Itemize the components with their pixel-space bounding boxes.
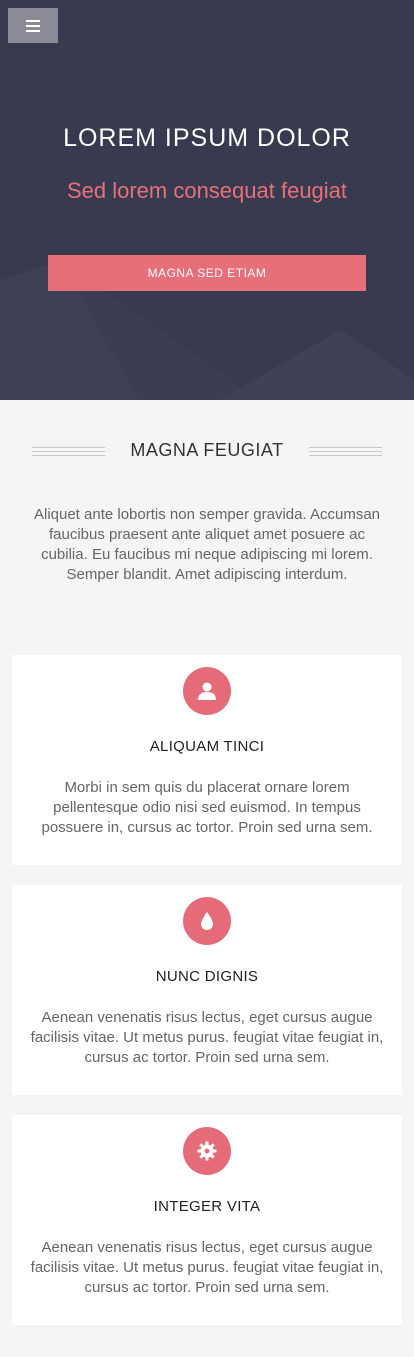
feature-text: Morbi in sem quis du placerat ornare lor…: [41, 779, 373, 836]
drop-icon: [201, 912, 213, 930]
feature-icon-circle: [183, 1127, 231, 1175]
hero-cta-button[interactable]: MAGNA SED ETIAM: [48, 255, 366, 291]
hero-subtitle: Sed lorem consequat feugiat: [66, 178, 348, 203]
feature-card: ALIQUAM TINCI Morbi in sem quis du place…: [12, 655, 402, 865]
feature-title: ALIQUAM TINCI: [149, 738, 265, 755]
hamburger-menu-icon: [26, 19, 40, 32]
gear-icon: [197, 1141, 217, 1161]
intro-section: MAGNA FEUGIAT Aliquet ante lobortis non …: [0, 400, 414, 655]
feature-title: INTEGER VITA: [153, 1198, 261, 1215]
hero-title: LOREM IPSUM DOLOR: [63, 124, 351, 152]
feature-icon-circle: [183, 667, 231, 715]
feature-card: NUNC DIGNIS Aenean venenatis risus lectu…: [12, 885, 402, 1095]
heading-divider-right: [309, 447, 382, 457]
feature-title: NUNC DIGNIS: [155, 968, 259, 985]
section-heading-row: MAGNA FEUGIAT: [0, 440, 414, 464]
feature-text: Aenean venenatis risus lectus, eget curs…: [30, 1009, 384, 1066]
menu-button[interactable]: [8, 8, 58, 43]
feature-text: Aenean venenatis risus lectus, eget curs…: [30, 1239, 384, 1296]
intro-text: Aliquet ante lobortis non semper gravida…: [33, 506, 381, 583]
feature-icon-circle: [183, 897, 231, 945]
user-icon: [198, 682, 216, 700]
feature-card: INTEGER VITA Aenean venenatis risus lect…: [12, 1115, 402, 1325]
hero-banner: LOREM IPSUM DOLOR Sed lorem consequat fe…: [0, 0, 414, 400]
